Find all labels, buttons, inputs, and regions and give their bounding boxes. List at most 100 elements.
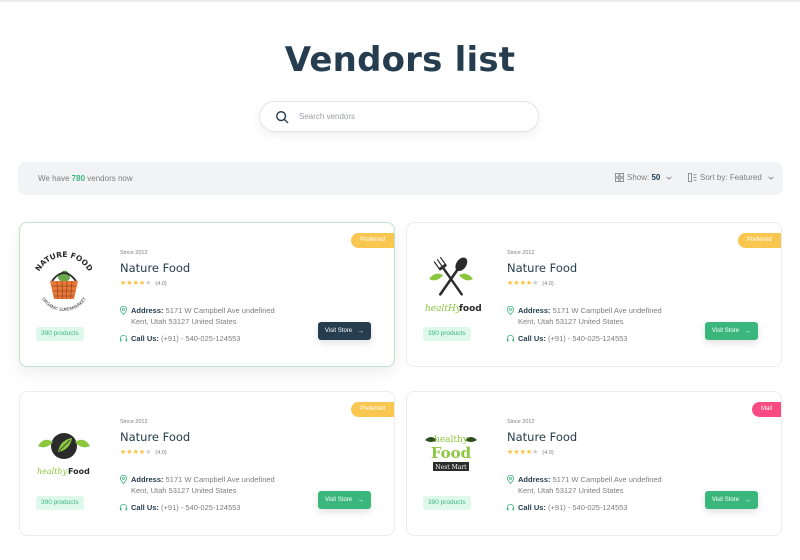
address-line1: 5171 W Campbell Ave undefined (165, 306, 275, 315)
vendor-count-prefix: We have (38, 174, 70, 183)
arrow-right-icon: → (744, 327, 752, 335)
location-pin-icon (506, 306, 515, 315)
vendor-card[interactable]: Mall healthy Food Nest Mart 390 products… (406, 391, 782, 536)
since-text: Since 2012 (120, 419, 148, 425)
rating-value: (4.0) (155, 280, 167, 287)
phone-number: (+91) - 540-025-124553 (161, 333, 241, 343)
svg-text:healtHy: healtHy (425, 304, 462, 314)
sort-value: Featured (729, 173, 762, 182)
visit-store-button[interactable]: Visit Store → (318, 491, 371, 509)
rating: ★ ★ ★ ★ ★ (4.0) (507, 449, 554, 456)
headset-icon (119, 504, 128, 511)
vendor-address: Address: 5171 W Campbell Ave undefined Ke… (506, 474, 662, 496)
star-empty-icon: ★ (532, 449, 539, 456)
rating-value: (4.0) (542, 449, 554, 456)
healthy-food-leaf-circle-logo: healthy Food (37, 433, 90, 476)
vendor-name[interactable]: Nature Food (507, 430, 577, 444)
star-empty-icon: ★ (145, 280, 152, 287)
product-count-badge: 390 products (36, 327, 84, 341)
sort-dropdown[interactable]: Sort by: Featured (688, 173, 775, 182)
filter-bar: We have 780 vendors now Show: 50 Sort by… (18, 162, 783, 195)
rating: ★ ★ ★ ★ ★ (4.0) (507, 280, 554, 287)
vendor-card[interactable]: Preferred NATURE FOOD ORGANIC SUPERMARKE… (19, 222, 395, 367)
visit-store-label: Visit Store (711, 497, 740, 503)
vendor-name[interactable]: Nature Food (507, 261, 577, 275)
vendor-address: Address: 5171 W Campbell Ave undefined Ke… (506, 305, 662, 327)
vendor-phone: Call Us: (+91) - 540-025-124553 (119, 502, 240, 512)
visit-store-label: Visit Store (711, 328, 740, 334)
vendor-name[interactable]: Nature Food (120, 430, 190, 444)
preferred-badge: Preferred (350, 402, 394, 417)
phone-label: Call Us: (131, 333, 159, 343)
healthy-food-spoon-fork-logo: healtHy food (425, 256, 482, 314)
rating: ★ ★ ★ ★ ★ (4.0) (120, 449, 167, 456)
arrow-right-icon: → (357, 327, 365, 335)
visit-store-label: Visit Store (324, 497, 353, 503)
show-count-dropdown[interactable]: Show: 50 (615, 173, 673, 182)
address-line2: Kent, Utah 53127 United States (131, 486, 237, 495)
svg-text:healthy: healthy (37, 467, 68, 476)
chevron-down-icon (768, 176, 774, 180)
phone-label: Call Us: (518, 333, 546, 343)
product-count-badge: 390 products (423, 496, 471, 510)
preferred-badge: Preferred (350, 233, 394, 248)
rating: ★ ★ ★ ★ ★ (4.0) (120, 280, 167, 287)
phone-number: (+91) - 540-025-124553 (161, 502, 241, 512)
location-pin-icon (506, 475, 515, 484)
address-line2: Kent, Utah 53127 United States (131, 317, 237, 326)
visit-store-button[interactable]: Visit Store → (705, 491, 758, 509)
top-divider (0, 0, 800, 2)
visit-store-button[interactable]: Visit Store → (318, 322, 371, 340)
address-line1: 5171 W Campbell Ave undefined (165, 475, 275, 484)
location-pin-icon (119, 306, 128, 315)
since-text: Since 2012 (120, 250, 148, 256)
visit-store-label: Visit Store (324, 328, 353, 334)
headset-icon (119, 335, 128, 342)
search-input[interactable] (299, 112, 519, 121)
page-title: Vendors list (284, 40, 516, 80)
address-line2: Kent, Utah 53127 United States (518, 317, 624, 326)
svg-text:food: food (459, 304, 482, 314)
vendor-phone: Call Us: (+91) - 540-025-124553 (506, 502, 627, 512)
svg-text:Food: Food (68, 467, 90, 476)
svg-text:Food: Food (431, 444, 472, 462)
show-label: Show: (627, 173, 650, 182)
show-value: 50 (651, 173, 661, 182)
address-line1: 5171 W Campbell Ave undefined (552, 475, 662, 484)
since-text: Since 2012 (507, 419, 535, 425)
preferred-badge: Preferred (737, 233, 781, 248)
star-empty-icon: ★ (532, 280, 539, 287)
arrow-right-icon: → (744, 496, 752, 504)
rating-value: (4.0) (542, 280, 554, 287)
phone-number: (+91) - 540-025-124553 (548, 502, 628, 512)
vendor-count-suffix: vendors now (87, 174, 133, 183)
phone-label: Call Us: (518, 502, 546, 512)
vendor-card[interactable]: Preferred healthy Food 390 products Sinc… (19, 391, 395, 536)
product-count-badge: 390 products (423, 327, 471, 341)
mall-badge: Mall (751, 402, 781, 417)
svg-text:NATURE FOOD: NATURE FOOD (33, 250, 94, 273)
vendor-card[interactable]: Preferred healtHy food 390 products Sinc… (406, 222, 782, 367)
headset-icon (506, 335, 515, 342)
star-empty-icon: ★ (145, 449, 152, 456)
vendor-count-text: We have 780 vendors now (38, 174, 133, 183)
search-box[interactable] (259, 101, 539, 132)
phone-label: Call Us: (131, 502, 159, 512)
vendor-address: Address: 5171 W Campbell Ave undefined Ke… (119, 305, 275, 327)
address-line1: 5171 W Campbell Ave undefined (552, 306, 662, 315)
visit-store-button[interactable]: Visit Store → (705, 322, 758, 340)
search-icon (276, 110, 289, 123)
grid-icon (615, 173, 624, 182)
address-label: Address: (518, 306, 551, 315)
sort-icon (688, 173, 697, 182)
address-label: Address: (131, 475, 164, 484)
vendor-name[interactable]: Nature Food (120, 261, 190, 275)
nature-food-basket-logo: NATURE FOOD ORGANIC SUPERMARKET (33, 250, 94, 312)
svg-text:Nest Mart: Nest Mart (435, 464, 467, 471)
healthy-food-nest-mart-logo: healthy Food Nest Mart (425, 435, 477, 471)
vendor-address: Address: 5171 W Campbell Ave undefined Ke… (119, 474, 275, 496)
rating-value: (4.0) (155, 449, 167, 456)
sort-label: Sort by: (700, 173, 728, 182)
address-label: Address: (131, 306, 164, 315)
chevron-down-icon (666, 176, 673, 180)
